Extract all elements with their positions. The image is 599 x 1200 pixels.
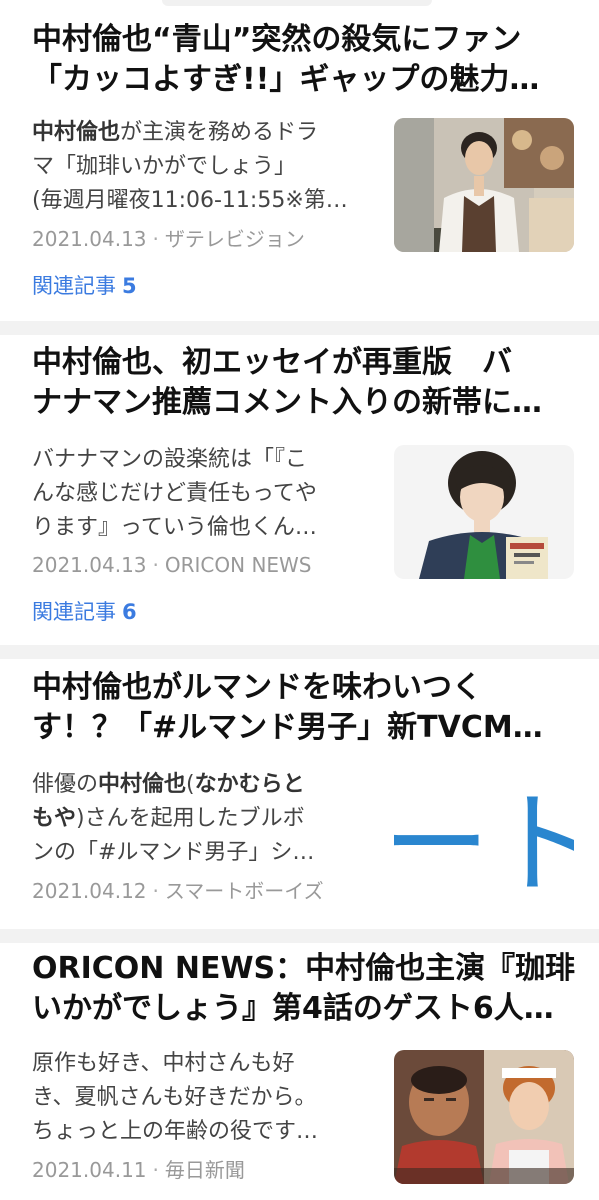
snippet-line: (毎週月曜夜11:06-11:55※第… <box>32 188 348 213</box>
photo-actor-apron-icon <box>394 118 574 252</box>
snippet-line: ります』っていう倫也くん… <box>32 515 317 540</box>
title-line: 「カッコよすぎ!!」ギャップの魅力… <box>32 62 540 97</box>
article-date: 2021.04.11 <box>32 1158 147 1182</box>
article-4[interactable]: ORICON NEWS：中村倫也主演『珈琲 いかがでしょう』第4話のゲスト6人…… <box>0 943 599 1200</box>
article-thumbnail[interactable] <box>394 118 574 252</box>
article-date: 2021.04.13 <box>32 553 147 577</box>
snippet-line: ンの「#ルマンド男子」シ… <box>32 840 315 865</box>
article-thumbnail[interactable]: ートァ <box>394 771 574 905</box>
article-meta: 2021.04.13 · ORICON NEWS <box>32 550 377 580</box>
related-count: 6 <box>122 600 137 624</box>
title-line: ナナマン推薦コメント入りの新帯に… <box>32 385 542 420</box>
article-source: スマートボーイズ <box>164 879 324 903</box>
meta-separator: · <box>152 1158 159 1182</box>
thumbnail-text: ートァ <box>394 780 574 905</box>
meta-separator: · <box>152 553 159 577</box>
snippet-line: 中村倫也が主演を務めるドラ <box>32 120 319 145</box>
blue-text-graphic-icon: ートァ <box>394 771 574 905</box>
title-line: 中村倫也、初エッセイが再重版 バ <box>32 345 512 380</box>
article-title[interactable]: 中村倫也“青山”突然の殺気にファン 「カッコよすぎ!!」ギャップの魅力… <box>32 20 577 100</box>
article-snippet: 中村倫也が主演を務めるドラ マ「珈琲いかがでしょう」 (毎週月曜夜11:06-1… <box>32 116 377 218</box>
article-source: 毎日新聞 <box>164 1158 245 1182</box>
article-source: ザテレビジョン <box>164 227 305 251</box>
meta-separator: · <box>152 879 159 903</box>
snippet-line: バナナマンの設楽統は「『こ <box>32 447 308 472</box>
snippet-line: マ「珈琲いかがでしょう」 <box>32 154 297 179</box>
snippet-line: 俳優の中村倫也(なかむらと <box>32 772 305 797</box>
article-snippet: 俳優の中村倫也(なかむらと もや)さんを起用したブルボ ンの「#ルマンド男子」シ… <box>32 768 377 870</box>
photo-actor-book-icon <box>394 445 574 579</box>
article-thumbnail[interactable] <box>394 1050 574 1184</box>
title-line: す！？「#ルマンド男子」新TVCM… <box>32 710 543 745</box>
article-meta: 2021.04.13 · ザテレビジョン <box>32 224 377 254</box>
title-line: 中村倫也がルマンドを味わいつく <box>32 670 482 705</box>
related-articles-link[interactable]: 関連記事 6 <box>32 597 137 627</box>
snippet-line: もや)さんを起用したブルボ <box>32 806 305 831</box>
related-count: 5 <box>122 274 137 298</box>
section-divider <box>0 929 599 943</box>
snippet-line: 原作も好き、中村さんも好 <box>32 1051 295 1076</box>
related-label: 関連記事 <box>32 600 116 624</box>
article-source: ORICON NEWS <box>164 553 312 577</box>
article-snippet: 原作も好き、中村さんも好 き、夏帆さんも好きだから。 ちょっと上の年齢の役です… <box>32 1047 377 1149</box>
article-title[interactable]: 中村倫也がルマンドを味わいつく す！？「#ルマンド男子」新TVCM… <box>32 668 577 748</box>
meta-separator: · <box>152 227 159 251</box>
related-articles-link[interactable]: 関連記事 5 <box>32 271 137 301</box>
title-line: 中村倫也“青山”突然の殺気にファン <box>32 22 522 57</box>
snippet-line: ちょっと上の年齢の役です… <box>32 1119 319 1144</box>
article-thumbnail[interactable] <box>394 445 574 579</box>
title-line: ORICON NEWS：中村倫也主演『珈琲 <box>32 951 576 986</box>
photo-two-guests-icon <box>394 1050 574 1184</box>
article-1[interactable]: 中村倫也“青山”突然の殺気にファン 「カッコよすぎ!!」ギャップの魅力… 中村倫… <box>0 0 599 320</box>
article-date: 2021.04.13 <box>32 227 147 251</box>
article-meta: 2021.04.12 · スマートボーイズ <box>32 876 377 906</box>
article-3[interactable]: 中村倫也がルマンドを味わいつく す！？「#ルマンド男子」新TVCM… 俳優の中村… <box>0 659 599 929</box>
title-line: いかがでしょう』第4話のゲスト6人… <box>32 991 554 1026</box>
snippet-line: んな感じだけど責任もってや <box>32 481 317 506</box>
snippet-line: き、夏帆さんも好きだから。 <box>32 1085 317 1110</box>
article-title[interactable]: ORICON NEWS：中村倫也主演『珈琲 いかがでしょう』第4話のゲスト6人… <box>32 949 577 1029</box>
article-title[interactable]: 中村倫也、初エッセイが再重版 バ ナナマン推薦コメント入りの新帯に… <box>32 343 577 423</box>
article-2[interactable]: 中村倫也、初エッセイが再重版 バ ナナマン推薦コメント入りの新帯に… バナナマン… <box>0 335 599 645</box>
section-divider <box>0 321 599 335</box>
section-divider <box>0 645 599 659</box>
article-date: 2021.04.12 <box>32 879 147 903</box>
article-snippet: バナナマンの設楽統は「『こ んな感じだけど責任もってや ります』っていう倫也くん… <box>32 443 377 545</box>
article-meta: 2021.04.11 · 毎日新聞 <box>32 1155 377 1185</box>
related-label: 関連記事 <box>32 274 116 298</box>
